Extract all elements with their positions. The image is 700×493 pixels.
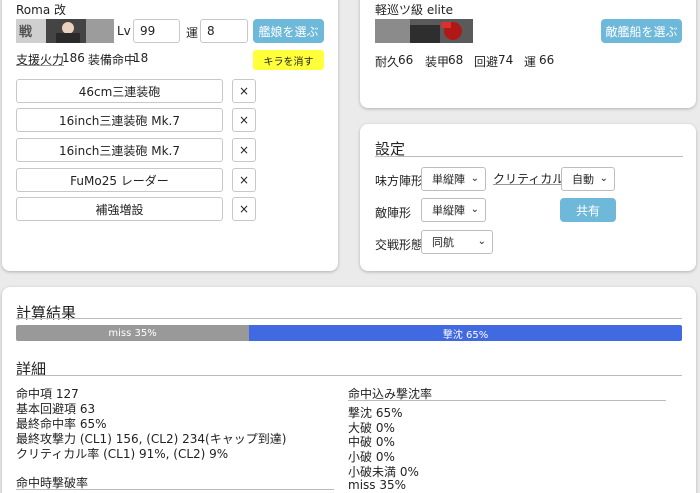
engagement-select[interactable]: 同航 ⌄ [421, 230, 493, 254]
remove-equip-3-button[interactable]: × [232, 138, 256, 162]
enemy-luck-value: 66 [539, 53, 555, 67]
remove-kira-button[interactable]: キラを消す [253, 50, 324, 70]
sink-rate-divider [348, 400, 666, 401]
friend-formation-value: 単縦陣 [432, 173, 465, 186]
detail-line-5: クリティカル率 (CL1) 91%, (CL2) 9% [16, 447, 229, 461]
svg-text:戦: 戦 [19, 24, 33, 40]
equip-slot-3[interactable]: 16inch三連装砲 Mk.7 [16, 138, 223, 162]
support-firepower-value: 186 [62, 51, 85, 65]
enemy-armor-value: 68 [448, 53, 464, 67]
miss-bar: miss 35% [16, 325, 250, 341]
friend-ship-banner: 戦 [16, 19, 114, 43]
result-bar: miss 35% 撃沈 65% [16, 325, 682, 341]
share-button[interactable]: 共有 [560, 198, 616, 222]
chevron-down-icon: ⌄ [470, 204, 479, 215]
friend-ship-name: Roma 改 [16, 3, 66, 17]
critical-value: 自動 [572, 173, 594, 186]
critical-label: クリティカル [493, 172, 565, 186]
miss-bar-label: miss 35% [108, 327, 157, 339]
enemy-formation-value: 単縦陣 [432, 204, 465, 217]
chevron-down-icon: ⌄ [477, 236, 486, 247]
enemy-hp-label: 耐久 [375, 55, 400, 69]
hit-damage-divider [16, 489, 334, 490]
enemy-formation-select[interactable]: 単縦陣 ⌄ [421, 198, 486, 222]
enemy-evasion-value: 74 [498, 53, 514, 67]
enemy-formation-label: 敵陣形 [375, 206, 412, 220]
equip-accuracy-label: 装備命中 [88, 53, 137, 67]
equip-slot-5[interactable]: 補強増設 [16, 197, 223, 221]
support-firepower-label: 支援火力 [16, 53, 65, 67]
enemy-portrait-icon [375, 19, 473, 43]
lv-input[interactable]: 99 [133, 19, 180, 43]
enemy-armor-label: 装甲 [425, 55, 450, 69]
ship-portrait-icon: 戦 [16, 19, 114, 43]
lv-label: Lv [117, 24, 131, 38]
friend-formation-label: 味方陣形 [375, 174, 424, 188]
critical-select[interactable]: 自動 ⌄ [561, 167, 615, 191]
remove-equip-4-button[interactable]: × [232, 168, 256, 192]
enemy-hp-value: 66 [398, 53, 414, 67]
equip-slot-1[interactable]: 46cm三連装砲 [16, 79, 223, 103]
luck-input[interactable]: 8 [200, 19, 248, 43]
friend-formation-select[interactable]: 単縦陣 ⌄ [421, 167, 486, 191]
select-enemy-ship-button[interactable]: 敵艦船を選ぶ [601, 19, 682, 43]
remove-equip-1-button[interactable]: × [232, 79, 256, 103]
sink-rate-line-6: miss 35% [348, 478, 407, 492]
results-title: 計算結果 [16, 304, 77, 322]
engagement-value: 同航 [432, 236, 454, 249]
enemy-ship-name: 軽巡ツ級 elite [375, 3, 453, 17]
remove-equip-2-button[interactable]: × [232, 108, 256, 132]
chevron-down-icon: ⌄ [599, 173, 608, 184]
select-friend-ship-button[interactable]: 艦娘を選ぶ [253, 19, 324, 43]
equip-slot-4[interactable]: FuMo25 レーダー [16, 168, 223, 192]
sink-bar: 撃沈 65% [249, 325, 682, 341]
luck-label: 運 [186, 26, 199, 40]
equip-slot-2[interactable]: 16inch三連装砲 Mk.7 [16, 108, 223, 132]
equip-accuracy-value: 18 [133, 51, 149, 65]
engagement-label: 交戦形態 [375, 238, 424, 252]
detail-divider [16, 375, 682, 376]
sink-bar-label: 撃沈 65% [442, 329, 489, 341]
settings-divider [375, 156, 683, 157]
chevron-down-icon: ⌄ [470, 173, 479, 184]
remove-equip-5-button[interactable]: × [232, 197, 256, 221]
enemy-evasion-label: 回避 [474, 55, 499, 69]
enemy-ship-banner [375, 19, 473, 43]
enemy-luck-label: 運 [524, 55, 537, 69]
results-divider [16, 318, 682, 319]
